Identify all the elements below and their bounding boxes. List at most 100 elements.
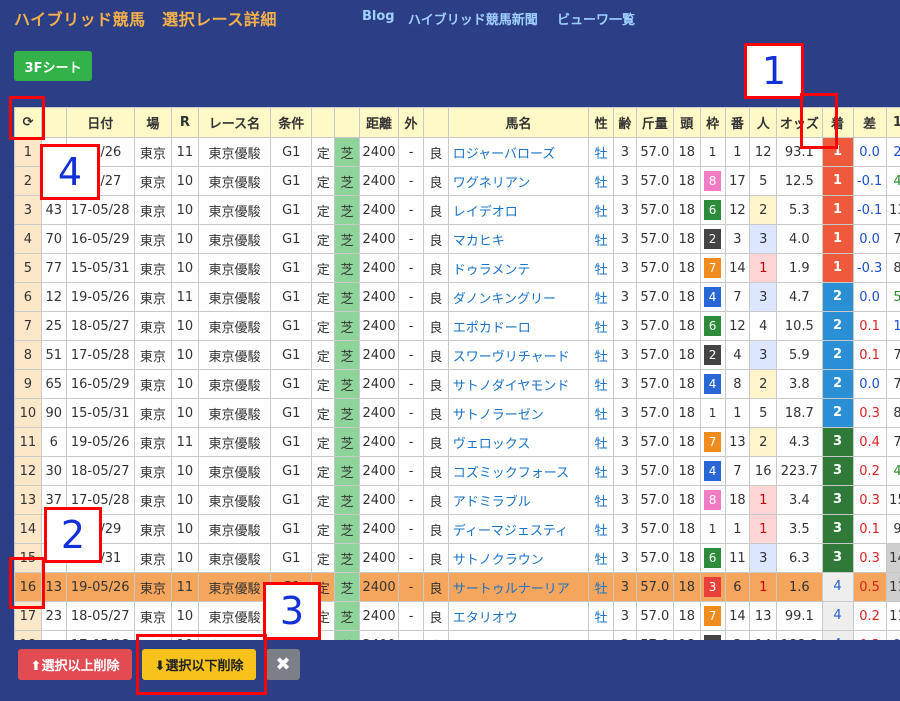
field-size: 18 [672,369,701,399]
column-header: 場 [133,107,172,138]
table-row[interactable]: 13 37 17-05/28 東京 10 東京優駿 G1 定芝 2400- 良アドミラブル牡 3 57… [14,485,900,515]
table-row[interactable]: 7 25 18-05/27 東京 10 東京優駿 G1 定芝 2400- 良エポカドーロ牡 3 57.… [14,311,900,341]
corner-1: 11 [885,601,900,631]
table-row[interactable]: 6 12 19-05/26 東京 11 東京優駿 G1 定芝 2400- 良ダノンキングリー牡 3 5… [14,282,900,312]
outer: - [398,456,424,486]
horse-name[interactable]: アイスタイル [447,630,590,640]
carried-weight: 57.0 [635,137,674,167]
popularity: 16 [749,456,778,486]
gate-badge: 7 [704,258,722,278]
weight-rule: 定 [311,253,336,283]
race-name: 東京優駿 [197,137,272,167]
table-header-row: ⟳日付場Rレース名条件距離外馬名性齢斤量頭枠番人オッズ着差12 [14,107,900,138]
horse-name[interactable]: サトノクラウン [447,543,590,573]
gate-bracket: 1 [699,137,726,167]
table-row[interactable]: 11 6 19-05/26 東京 11 東京優駿 G1 定芝 2400- 良ヴェロックス牡 3 57.… [14,427,900,457]
race-date: 17-05/28 [65,630,135,640]
carried-weight: 57.0 [635,427,674,457]
venue: 東京 [133,253,172,283]
horse-sex: 牡 [588,253,614,283]
track-condition: 良 [422,282,449,312]
table-row[interactable]: 10 90 15-05/31 東京 10 東京優駿 G1 定芝 2400- 良サトノラーゼン牡 3 5… [14,398,900,428]
carried-weight: 57.0 [635,166,674,196]
horse-name[interactable]: コズミックフォース [447,456,590,486]
horse-name[interactable]: ドゥラメンテ [447,253,590,283]
horse-name[interactable]: エポカドーロ [447,311,590,341]
field-size: 18 [672,514,701,544]
row-number: 18 [14,630,42,640]
horse-sex: 牡 [588,630,614,640]
weight-rule: 定 [311,427,336,457]
annotation-1-label: 1 [744,43,804,99]
race-name: 東京優駿 [197,601,272,631]
horse-name[interactable]: ヴェロックス [447,427,590,457]
weight-rule: 定 [311,282,336,312]
3f-sheet-button[interactable]: 3Fシート [14,51,92,81]
outer: - [398,543,424,573]
horse-name[interactable]: サートゥルナーリア [447,572,590,602]
finish-badge: 1 [823,225,853,253]
horse-name[interactable]: サトノラーゼン [447,398,590,428]
odds: 10.5 [776,311,823,341]
time-diff: 0.3 [852,543,887,573]
race-number: 10 [170,485,199,515]
table-row[interactable]: 12 30 18-05/27 東京 10 東京優駿 G1 定芝 2400- 良コズミックフォース牡… [14,456,900,486]
carried-weight: 57.0 [635,282,674,312]
finish-badge: 3 [823,428,853,456]
horse-name[interactable]: サトノダイヤモンド [447,369,590,399]
field-size: 18 [672,166,701,196]
table-row[interactable]: 15-05/31東京10東京優駿G1定芝2400-良サトノクラウン牡357.01… [14,543,900,573]
race-name: 東京優駿 [197,514,272,544]
finish-badge: 4 [823,573,853,601]
horse-name[interactable]: スワーヴリチャード [447,340,590,370]
table-row[interactable]: 14-05/29東京10東京優駿G1定芝2400-良ディーマジェスティ牡357.… [14,514,900,544]
table-row[interactable]: 3 43 17-05/28 東京 10 東京優駿 G1 定芝 2400- 良レイデオロ牡 3 57.0… [14,195,900,225]
time-diff: -0.1 [852,166,887,196]
table-row[interactable]: 4 70 16-05/29 東京 10 東京優駿 G1 定芝 2400- 良マカヒキ牡 3 57.0 1… [14,224,900,254]
weight-rule: 定 [311,340,336,370]
close-button[interactable]: ✖ [266,649,300,680]
horse-name[interactable]: アドミラブル [447,485,590,515]
surface: 芝 [334,224,360,254]
table-row[interactable]: 8 51 17-05/28 東京 10 東京優駿 G1 定芝 2400- 良スワーヴリチャード牡 3… [14,340,900,370]
venue: 東京 [133,601,172,631]
table-row[interactable]: 1 -05/26 東京 11 東京優駿 G1 定芝 2400- 良ロジャーバローズ牡 3 57.0 1… [14,137,900,167]
horse-number: 1 [724,514,751,544]
time-diff: 0.1 [852,340,887,370]
nav-blog-link[interactable]: Blog [362,9,395,24]
horse-name[interactable]: ワグネリアン [447,166,590,196]
weight-rule: 定 [311,311,336,341]
nav-viewer-list-link[interactable]: ビューワ一覧 [557,9,635,28]
track-condition: 良 [422,340,449,370]
row-number: 5 [14,253,42,283]
track-condition: 良 [422,398,449,428]
weight-rule: 定 [311,224,336,254]
race-name: 東京優駿 [197,253,272,283]
time-diff: 0.3 [852,630,887,640]
table-row[interactable]: 5 77 15-05/31 東京 10 東京優駿 G1 定芝 2400- 良ドゥラメンテ牡 3 57.… [14,253,900,283]
surface: 芝 [334,195,360,225]
track-condition: 良 [422,427,449,457]
finish-badge: 3 [823,515,853,543]
horse-age: 3 [612,572,637,602]
table-row[interactable]: 2 -05/27 東京 10 東京優駿 G1 定芝 2400- 良ワグネリアン牡 3 57.0 18 8… [14,166,900,196]
distance: 2400 [358,514,400,544]
table-row[interactable]: 172318-05/27東京10東京優駿G1定芝2400-良エタリオウ牡357.… [14,601,900,631]
horse-age: 3 [612,166,637,196]
table-row[interactable]: 161319-05/26東京11東京優駿G1定芝2400-良サートゥルナーリア牡… [14,572,900,602]
horse-name[interactable]: ディーマジェスティ [447,514,590,544]
gate-bracket: 6 [699,311,726,341]
horse-number: 11 [724,543,751,573]
nav-newspaper-link[interactable]: ハイブリッド競馬新聞 [408,9,538,28]
horse-name[interactable]: エタリオウ [447,601,590,631]
horse-name[interactable]: ロジャーバローズ [447,137,590,167]
race-grade: G1 [270,253,313,283]
delete-above-button[interactable]: ⬆選択以上削除 [18,649,132,680]
race-name: 東京優駿 [197,340,272,370]
horse-name[interactable]: レイデオロ [447,195,590,225]
race-table-container[interactable]: ⟳日付場Rレース名条件距離外馬名性齢斤量頭枠番人オッズ着差12 1-05/26東… [14,107,900,640]
table-row[interactable]: 9 65 16-05/29 東京 10 東京優駿 G1 定芝 2400- 良サトノダイヤモンド牡 3… [14,369,900,399]
horse-name[interactable]: マカヒキ [447,224,590,254]
horse-name[interactable]: ダノンキングリー [447,282,590,312]
column-header: 1 [885,107,900,138]
